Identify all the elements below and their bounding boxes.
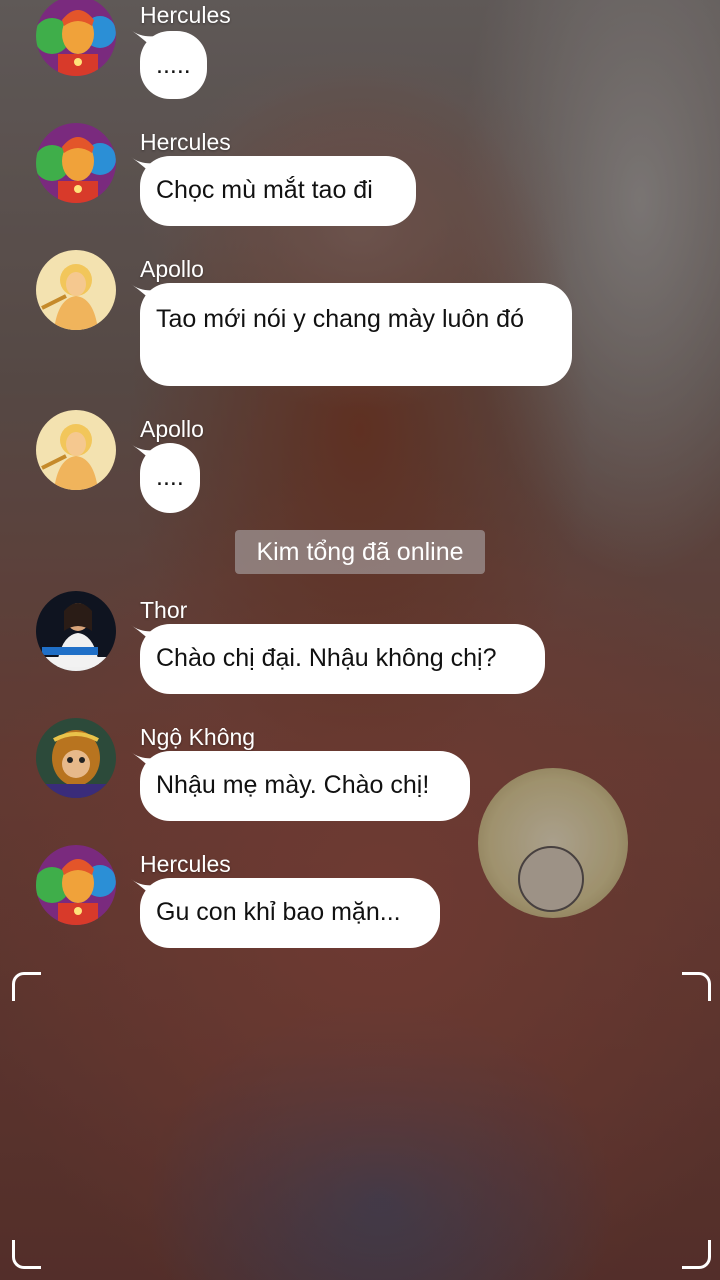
frame-corner-bottom-left <box>12 1240 41 1269</box>
message-bubble[interactable]: .... <box>140 443 200 513</box>
frame-corner-bottom-right <box>682 1240 711 1269</box>
message-bubble[interactable]: Tao mới nói y chang mày luôn đó <box>140 283 572 386</box>
sender-name: Apollo <box>140 256 204 282</box>
apollo-avatar[interactable] <box>36 410 116 490</box>
message-bubble[interactable]: Nhậu mẹ mày. Chào chị! <box>140 751 470 821</box>
message-bubble[interactable]: Chào chị đại. Nhậu không chị? <box>140 624 545 694</box>
sender-name: Thor <box>140 597 188 623</box>
message-bubble[interactable]: ..... <box>140 31 207 99</box>
message-bubble[interactable]: Gu con khỉ bao mặn... <box>140 878 440 948</box>
sender-name: Ngộ Không <box>140 724 256 750</box>
ngo-khong-avatar[interactable] <box>36 718 116 798</box>
message-bubble[interactable]: Chọc mù mắt tao đi <box>140 156 416 226</box>
hercules-avatar[interactable] <box>36 845 116 925</box>
sender-name: Hercules <box>140 129 231 155</box>
online-notice: Kim tổng đã online <box>235 530 485 574</box>
sender-name: Hercules <box>140 2 231 28</box>
frame-corner-top-right <box>682 972 711 1001</box>
sender-name: Hercules <box>140 851 231 877</box>
hercules-avatar[interactable] <box>36 0 116 76</box>
sender-name: Apollo <box>140 416 204 442</box>
frame-corner-top-left <box>12 972 41 1001</box>
chat-thread: Hercules ..... Hercules Chọc mù mắt tao … <box>0 0 720 1280</box>
apollo-avatar[interactable] <box>36 250 116 330</box>
thor-avatar[interactable] <box>36 591 116 671</box>
hercules-avatar[interactable] <box>36 123 116 203</box>
